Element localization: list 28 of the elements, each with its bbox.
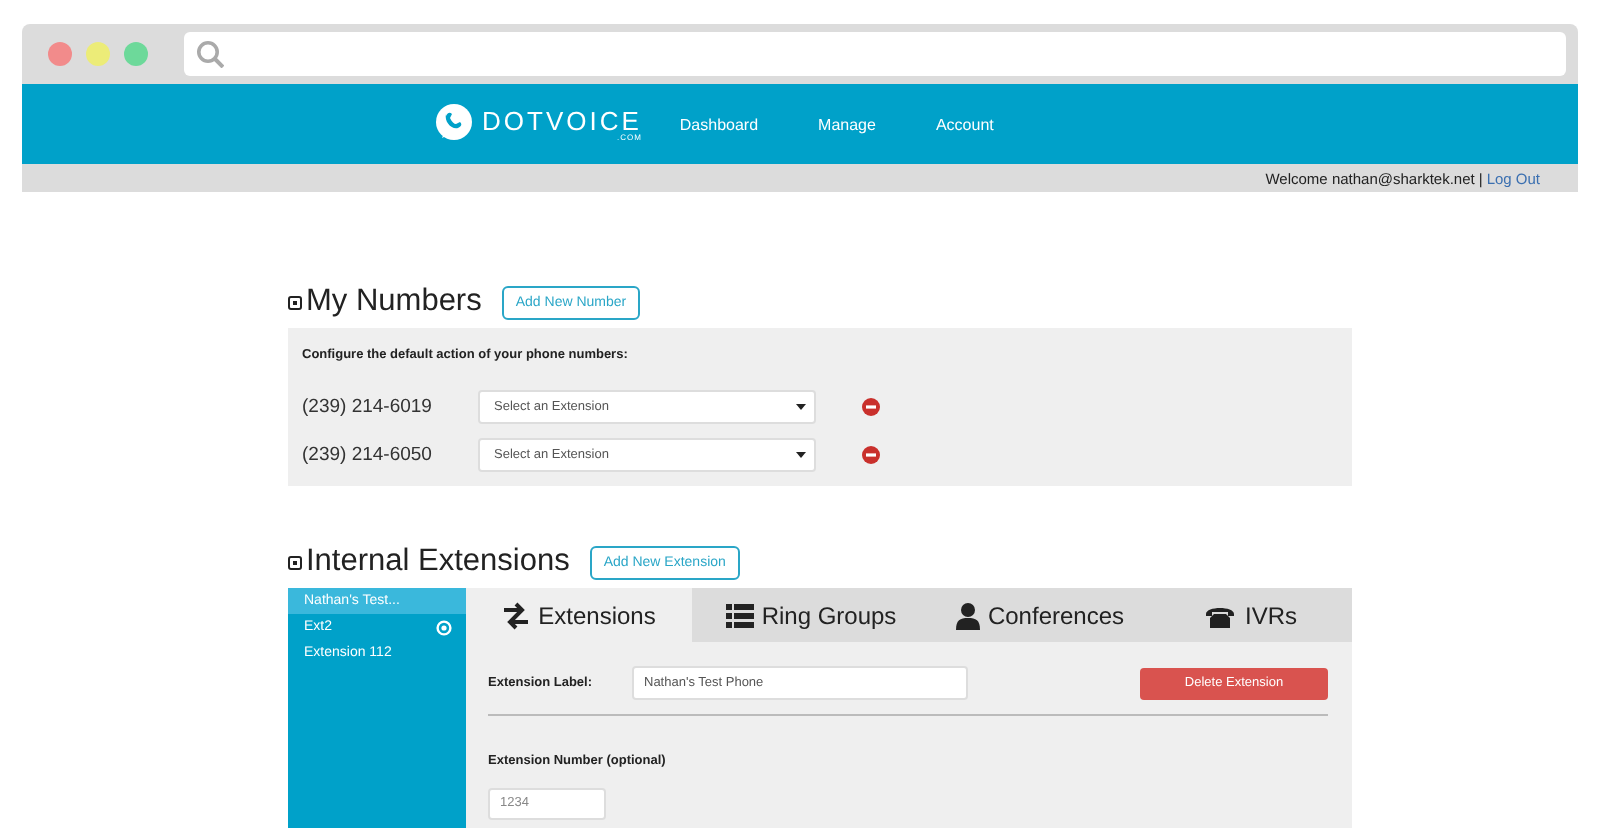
user-icon xyxy=(955,601,980,629)
nav-link[interactable]: Account xyxy=(935,115,994,133)
remove-icon xyxy=(862,445,880,463)
nav-link[interactable]: Dashboard xyxy=(679,115,759,133)
address-bar[interactable] xyxy=(184,32,1566,76)
search-icon xyxy=(196,40,224,68)
logo-text: DOTVOICE xyxy=(482,107,642,133)
tab[interactable]: IVRs xyxy=(1150,588,1352,642)
remove-icon xyxy=(862,397,880,415)
arrows-icon xyxy=(502,601,531,629)
section-title: My Numbers xyxy=(306,284,482,320)
collapse-icon xyxy=(288,555,302,569)
section-title: Internal Extensions xyxy=(306,544,570,580)
tab[interactable]: Conferences xyxy=(930,588,1150,642)
status-icon xyxy=(436,619,452,635)
phone-number: (239) 214-6050 xyxy=(302,443,434,465)
minimize-dot[interactable] xyxy=(86,42,110,66)
tab[interactable]: Extensions xyxy=(466,588,692,642)
phone-number: (239) 214-6019 xyxy=(302,395,434,417)
maximize-dot[interactable] xyxy=(124,42,148,66)
tab[interactable]: Ring Groups xyxy=(692,588,930,642)
logo-icon xyxy=(434,104,474,144)
caret-icon xyxy=(796,403,806,409)
collapse-icon xyxy=(288,295,302,309)
list-icon xyxy=(725,601,754,629)
close-dot[interactable] xyxy=(48,42,72,66)
nav-link[interactable]: Manage xyxy=(818,115,876,133)
caret-icon xyxy=(796,451,806,457)
